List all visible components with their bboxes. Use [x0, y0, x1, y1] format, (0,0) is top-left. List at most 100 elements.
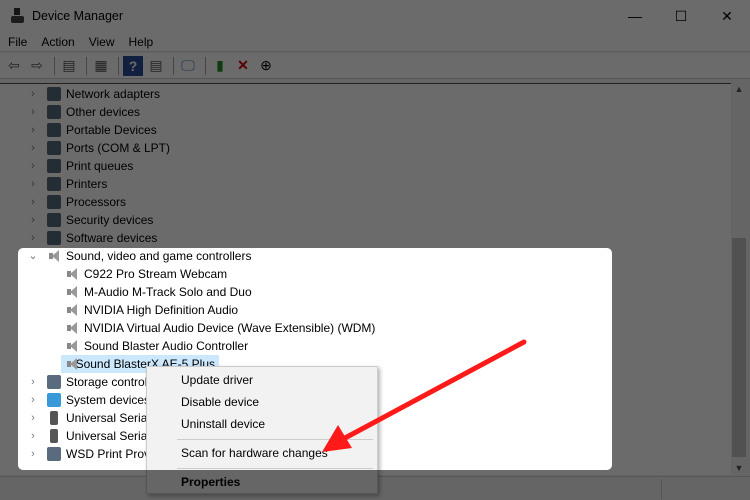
tree-item-label: Software devices — [66, 231, 158, 245]
uninstall-icon[interactable]: ✕ — [233, 56, 253, 76]
disable-icon[interactable]: ⊕ — [256, 56, 276, 76]
expand-chevron-icon[interactable]: › — [27, 391, 39, 409]
speaker-icon — [65, 285, 79, 299]
toolbar-separator — [54, 56, 55, 75]
toolbar-separator — [118, 56, 119, 75]
expand-chevron-icon[interactable]: › — [27, 211, 39, 229]
menu-item-disable-device[interactable]: Disable device — [181, 391, 259, 413]
menu-item-scan-hardware-changes[interactable]: Scan for hardware changes — [181, 442, 328, 464]
menu-bar: File Action View Help — [0, 32, 750, 52]
action-pane-icon[interactable]: ▤ — [146, 56, 166, 76]
window-title: Device Manager — [32, 9, 124, 23]
printer-icon — [47, 447, 61, 461]
menu-item-properties[interactable]: Properties — [181, 471, 240, 493]
device-label: NVIDIA High Definition Audio — [84, 303, 239, 317]
show-hide-console-tree-icon[interactable]: ▤ — [59, 56, 79, 76]
expand-chevron-icon[interactable]: › — [27, 427, 39, 445]
processor-icon — [47, 195, 61, 209]
usb-icon — [50, 429, 58, 443]
speaker-icon — [65, 339, 79, 353]
collapse-chevron-icon[interactable]: ⌄ — [27, 247, 39, 265]
tree-item-sound-controllers[interactable]: ⌄ Sound, video and game controllers — [27, 247, 251, 265]
device-item[interactable]: NVIDIA High Definition Audio — [65, 301, 238, 319]
expand-chevron-icon[interactable]: › — [27, 409, 39, 427]
speaker-disabled-icon — [65, 321, 79, 335]
scrollbar-thumb[interactable] — [732, 238, 746, 457]
minimize-button[interactable]: — — [612, 0, 658, 32]
tree-item[interactable]: › System devices — [27, 391, 150, 409]
expand-chevron-icon[interactable]: › — [27, 175, 39, 193]
menu-help[interactable]: Help — [123, 32, 160, 51]
tree-item[interactable]: › Security devices — [27, 211, 153, 229]
expand-chevron-icon[interactable]: › — [27, 157, 39, 175]
properties-icon[interactable]: ▦ — [91, 56, 111, 76]
scan-hardware-icon[interactable]: 🖵 — [178, 56, 198, 76]
speaker-icon — [65, 267, 79, 281]
tree-item[interactable]: › Software devices — [27, 229, 157, 247]
close-button[interactable]: ✕ — [704, 0, 750, 32]
port-icon — [47, 141, 61, 155]
toolbar-separator — [86, 56, 87, 75]
toolbar: ⇦ ⇨ ▤ ▦ ? ▤ 🖵 ▮ ✕ ⊕ — [0, 53, 750, 79]
speaker-icon — [65, 357, 77, 371]
forward-icon[interactable]: ⇨ — [27, 56, 47, 76]
network-adapter-icon — [47, 87, 61, 101]
tree-item-label: Security devices — [66, 213, 154, 227]
expand-chevron-icon[interactable]: › — [27, 229, 39, 247]
device-item[interactable]: Sound Blaster Audio Controller — [65, 337, 248, 355]
portable-device-icon — [47, 123, 61, 137]
maximize-button[interactable]: ☐ — [658, 0, 704, 32]
tree-item[interactable]: › Processors — [27, 193, 126, 211]
scroll-up-icon[interactable]: ▲ — [731, 84, 747, 94]
speaker-disabled-icon — [65, 303, 79, 317]
expand-chevron-icon[interactable]: › — [27, 445, 39, 463]
device-label: C922 Pro Stream Webcam — [84, 267, 228, 281]
printer-icon — [47, 177, 61, 191]
toolbar-separator — [205, 56, 206, 75]
expand-chevron-icon[interactable]: › — [27, 193, 39, 211]
expand-chevron-icon[interactable]: › — [27, 121, 39, 139]
security-device-icon — [47, 213, 61, 227]
expand-chevron-icon[interactable]: › — [27, 373, 39, 391]
menu-action[interactable]: Action — [35, 32, 80, 51]
menu-item-uninstall-device[interactable]: Uninstall device — [181, 413, 265, 435]
device-item[interactable]: NVIDIA Virtual Audio Device (Wave Extens… — [65, 319, 375, 337]
help-icon[interactable]: ? — [123, 55, 143, 76]
title-bar: Device Manager — ☐ ✕ — [0, 0, 750, 32]
device-manager-icon — [10, 8, 26, 24]
tree-item-label: Print queues — [66, 159, 134, 173]
tree-item[interactable]: › Printers — [27, 175, 107, 193]
scroll-down-icon[interactable]: ▼ — [731, 463, 747, 473]
tree-item-label: Other devices — [66, 105, 141, 119]
menu-file[interactable]: File — [2, 32, 33, 51]
tree-item-label: Printers — [66, 177, 108, 191]
tree-item-label: Processors — [66, 195, 127, 209]
menu-item-update-driver[interactable]: Update driver — [181, 369, 253, 391]
context-menu: Update driver Disable device Uninstall d… — [146, 366, 378, 494]
device-label: NVIDIA Virtual Audio Device (Wave Extens… — [84, 321, 376, 335]
update-driver-icon[interactable]: ▮ — [210, 56, 230, 76]
toolbar-separator — [173, 56, 174, 75]
other-devices-icon — [47, 105, 61, 119]
tree-item[interactable]: › Network adapters — [27, 85, 160, 103]
tree-item[interactable]: › Print queues — [27, 157, 133, 175]
expand-chevron-icon[interactable]: › — [27, 139, 39, 157]
expand-chevron-icon[interactable]: › — [27, 103, 39, 121]
expand-chevron-icon[interactable]: › — [27, 85, 39, 103]
device-label: Sound Blaster Audio Controller — [84, 339, 249, 353]
tree-item-label: Ports (COM & LPT) — [66, 141, 171, 155]
tree-item-label: System devices — [66, 393, 151, 407]
device-item[interactable]: M-Audio M-Track Solo and Duo — [65, 283, 252, 301]
vertical-scrollbar[interactable]: ▲ ▼ — [731, 84, 747, 475]
device-item[interactable]: C922 Pro Stream Webcam — [65, 265, 227, 283]
system-devices-icon — [47, 393, 61, 407]
tree-item[interactable]: › Other devices — [27, 103, 140, 121]
software-device-icon — [47, 231, 61, 245]
back-icon[interactable]: ⇦ — [4, 56, 24, 76]
storage-controller-icon — [47, 375, 61, 389]
tree-item[interactable]: › Portable Devices — [27, 121, 157, 139]
tree-item-label: Sound, video and game controllers — [66, 249, 252, 263]
menu-view[interactable]: View — [83, 32, 121, 51]
usb-icon — [50, 411, 58, 425]
tree-item[interactable]: › Ports (COM & LPT) — [27, 139, 170, 157]
